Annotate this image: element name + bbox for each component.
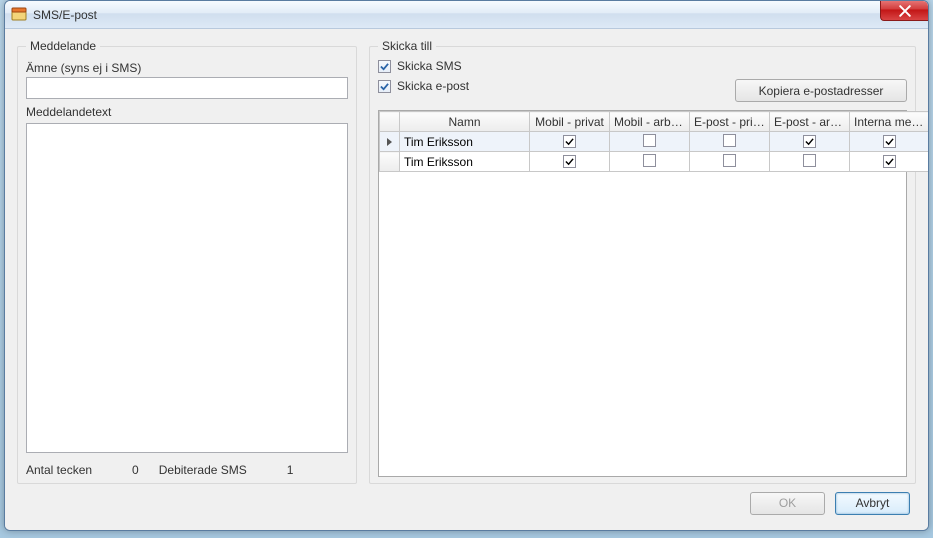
meddelande-group: Meddelande Ämne (syns ej i SMS) Meddelan…: [17, 39, 357, 484]
cell-name[interactable]: Tim Eriksson: [400, 132, 530, 152]
char-count-label: Antal tecken: [26, 463, 92, 477]
sms-count-label: Debiterade SMS: [159, 463, 247, 477]
row-header-blank[interactable]: [380, 112, 400, 132]
cell-checkbox[interactable]: [643, 134, 656, 147]
col-interna-medd[interactable]: Interna medd...: [850, 112, 930, 132]
close-button[interactable]: [880, 1, 928, 21]
cell-epost-arbete[interactable]: [770, 152, 850, 172]
dialog-button-bar: OK Avbryt: [17, 484, 916, 522]
cell-checkbox[interactable]: [883, 135, 896, 148]
sms-count-value: 1: [287, 463, 294, 477]
col-namn[interactable]: Namn: [400, 112, 530, 132]
cell-checkbox[interactable]: [723, 134, 736, 147]
client-area: Meddelande Ämne (syns ej i SMS) Meddelan…: [5, 29, 928, 530]
subject-label: Ämne (syns ej i SMS): [26, 61, 348, 75]
skicka-till-legend: Skicka till: [378, 39, 436, 53]
meddelande-legend: Meddelande: [26, 39, 100, 53]
cell-mobil-privat[interactable]: [530, 152, 610, 172]
cell-checkbox[interactable]: [723, 154, 736, 167]
cell-interna[interactable]: [850, 152, 930, 172]
ok-button[interactable]: OK: [750, 492, 825, 515]
copy-email-addresses-button[interactable]: Kopiera e-postadresser: [735, 79, 907, 102]
col-mobil-privat[interactable]: Mobil - privat: [530, 112, 610, 132]
window-title: SMS/E-post: [33, 8, 97, 22]
messagetext-label: Meddelandetext: [26, 105, 348, 119]
skicka-till-group: Skicka till Skicka SMS: [369, 39, 916, 484]
send-email-label: Skicka e-post: [397, 79, 469, 93]
checkbox-icon: [378, 80, 391, 93]
send-sms-checkbox[interactable]: Skicka SMS: [378, 59, 469, 73]
messagetext-input[interactable]: [26, 123, 348, 453]
cell-interna[interactable]: [850, 132, 930, 152]
recipients-grid[interactable]: Namn Mobil - privat Mobil - arbete E-pos…: [378, 110, 907, 477]
table-row[interactable]: Tim Eriksson: [380, 152, 930, 172]
row-indicator[interactable]: [380, 152, 400, 172]
cell-mobil-arbete[interactable]: [610, 132, 690, 152]
send-sms-label: Skicka SMS: [397, 59, 462, 73]
col-epost-arbete[interactable]: E-post - arbete: [770, 112, 850, 132]
cell-name[interactable]: Tim Eriksson: [400, 152, 530, 172]
checkbox-icon: [378, 60, 391, 73]
cell-checkbox[interactable]: [883, 155, 896, 168]
cell-mobil-privat[interactable]: [530, 132, 610, 152]
cell-epost-privat[interactable]: [690, 152, 770, 172]
cancel-button[interactable]: Avbryt: [835, 492, 910, 515]
send-email-checkbox[interactable]: Skicka e-post: [378, 79, 469, 93]
cell-epost-arbete[interactable]: [770, 132, 850, 152]
row-indicator[interactable]: [380, 132, 400, 152]
sms-epost-window: SMS/E-post Meddelande Ämne (syns ej i SM…: [4, 0, 929, 531]
cell-checkbox[interactable]: [803, 135, 816, 148]
cell-checkbox[interactable]: [563, 135, 576, 148]
cell-checkbox[interactable]: [563, 155, 576, 168]
cell-epost-privat[interactable]: [690, 132, 770, 152]
app-icon: [11, 7, 27, 23]
cell-checkbox[interactable]: [803, 154, 816, 167]
cell-checkbox[interactable]: [643, 154, 656, 167]
table-row[interactable]: Tim Eriksson: [380, 132, 930, 152]
col-epost-privat[interactable]: E-post - privat: [690, 112, 770, 132]
cell-mobil-arbete[interactable]: [610, 152, 690, 172]
char-count-value: 0: [132, 463, 139, 477]
col-mobil-arbete[interactable]: Mobil - arbete: [610, 112, 690, 132]
titlebar[interactable]: SMS/E-post: [5, 1, 928, 29]
subject-input[interactable]: [26, 77, 348, 99]
